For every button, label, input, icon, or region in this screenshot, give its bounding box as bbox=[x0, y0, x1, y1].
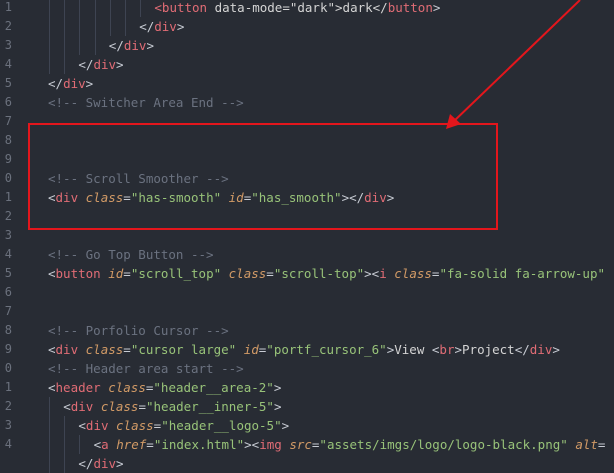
code-token: </ bbox=[78, 456, 94, 471]
code-line[interactable]: </div> bbox=[0, 454, 614, 473]
indent-guide bbox=[49, 454, 50, 473]
indent-guide bbox=[64, 454, 66, 473]
code-token: div bbox=[93, 456, 117, 471]
code-text: </div> bbox=[78, 454, 123, 473]
code-token: > bbox=[116, 456, 124, 471]
annotation-arrow-icon bbox=[446, 0, 581, 129]
